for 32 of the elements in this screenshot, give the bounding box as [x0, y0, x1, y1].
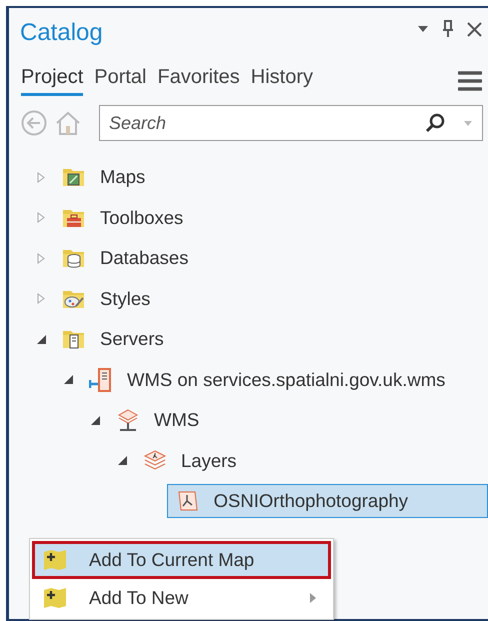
tab[interactable]: History	[250, 66, 313, 96]
stacked-server-icon	[116, 408, 140, 432]
expanded-arrow-icon[interactable]	[37, 334, 46, 344]
tree-item[interactable]: OSNIOrthophotography	[166, 484, 488, 518]
layer-icon	[176, 489, 200, 514]
tree-item[interactable]: Maps	[59, 160, 154, 194]
search-icon[interactable]	[425, 113, 445, 133]
close-icon[interactable]	[467, 22, 482, 36]
search-field[interactable]: Search	[99, 105, 483, 141]
tree-item[interactable]: Toolboxes	[59, 200, 192, 235]
server-icon	[89, 368, 113, 392]
tree-item[interactable]: WMS	[113, 403, 208, 438]
submenu-arrow-icon	[310, 593, 316, 603]
expanded-arrow-icon[interactable]	[64, 375, 73, 384]
add-map-icon	[43, 587, 67, 609]
tree-item[interactable]: Styles	[59, 282, 160, 316]
tree-item[interactable]: WMS on services.spatialni.gov.uk.wms	[86, 362, 454, 397]
add-map-icon	[43, 549, 67, 571]
tab[interactable]: Portal	[94, 66, 146, 96]
menu-icon[interactable]	[458, 71, 482, 91]
tab[interactable]: Project	[21, 66, 84, 96]
menu-item[interactable]: Add To Current Map	[32, 541, 331, 579]
menu-item[interactable]: Add To New	[32, 579, 331, 617]
pane-title: Catalog	[20, 19, 103, 47]
tree-item[interactable]: Databases	[59, 241, 198, 276]
tree-item[interactable]: Layers	[140, 444, 246, 478]
expanded-arrow-icon[interactable]	[118, 456, 127, 466]
dropdown-icon[interactable]	[417, 25, 429, 33]
tree-item[interactable]: Servers	[59, 322, 173, 356]
tab[interactable]: Favorites	[158, 66, 240, 96]
expanded-arrow-icon[interactable]	[91, 416, 100, 425]
pin-icon[interactable]	[442, 20, 454, 38]
